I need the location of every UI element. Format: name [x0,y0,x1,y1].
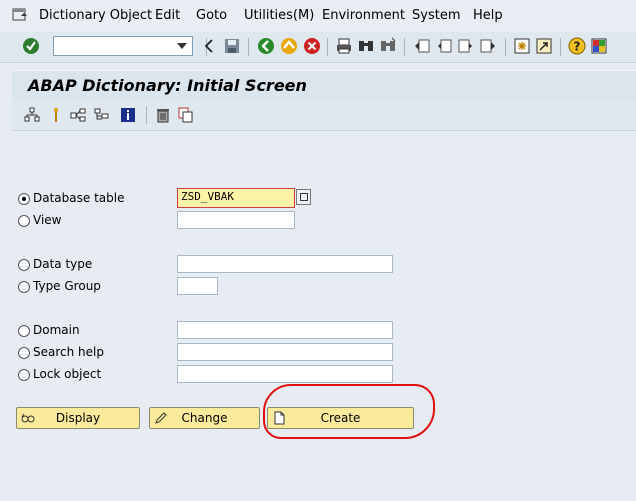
menu-help[interactable]: Help [473,8,503,23]
cancel-icon[interactable] [303,37,321,55]
menu-edit[interactable]: Edit [155,8,180,23]
find-icon[interactable] [357,37,375,55]
menu-goto[interactable]: Goto [196,8,227,23]
domain-radio[interactable] [18,325,30,337]
menu-system[interactable]: System [412,8,460,23]
search-help-label: Search help [33,345,104,359]
toolbar-separator [327,38,328,56]
find-next-icon[interactable] [379,37,397,55]
annotation-circle [263,384,435,439]
display-button-label: Display [55,411,101,425]
previous-page-icon[interactable] [435,37,453,55]
other-object-icon[interactable] [24,107,40,123]
application-toolbar [12,100,636,131]
database-table-field[interactable]: ZSD_VBAK [177,188,295,208]
database-table-label: Database table [33,191,125,205]
toolbar-separator [560,38,561,56]
create-session-icon[interactable] [513,37,531,55]
toolbar-separator [404,38,405,56]
type-group-radio[interactable] [18,281,30,293]
display-button[interactable]: Display [16,407,140,429]
menu-environment[interactable]: Environment [322,8,405,23]
search-help-field[interactable] [177,343,393,361]
toolbar-separator [505,38,506,56]
svg-text:?: ? [574,40,581,54]
view-radio[interactable] [18,215,30,227]
change-button[interactable]: Change [149,407,260,429]
command-field[interactable] [53,36,193,56]
left-margin [0,62,12,501]
menu-bar: Dictionary Object Edit Goto Utilities(M)… [0,0,636,32]
delete-icon[interactable] [155,107,171,123]
change-button-label: Change [181,411,228,425]
domain-field[interactable] [177,321,393,339]
back-icon[interactable] [257,37,275,55]
search-help-radio[interactable] [18,347,30,359]
print-icon[interactable] [335,37,353,55]
title-bar: ABAP Dictionary: Initial Screen [12,70,636,101]
data-type-field[interactable] [177,255,393,273]
type-group-label: Type Group [33,279,101,293]
page-title: ABAP Dictionary: Initial Screen [28,76,307,95]
shortcut-icon[interactable] [535,37,553,55]
activate-icon[interactable] [48,107,64,123]
save-icon[interactable] [223,37,241,55]
object-list-icon[interactable] [94,107,110,123]
domain-label: Domain [33,323,80,337]
system-menu-icon[interactable] [12,7,28,23]
data-type-radio[interactable] [18,259,30,271]
dropdown-arrow-icon[interactable] [177,43,187,49]
exit-icon[interactable] [280,37,298,55]
menu-dictionary-object[interactable]: Dictionary Object [39,8,152,23]
glasses-icon [21,413,35,423]
info-icon[interactable] [120,107,136,123]
data-type-label: Data type [33,257,93,271]
menu-utilities[interactable]: Utilities(M) [244,8,314,23]
view-field[interactable] [177,211,295,229]
where-used-icon[interactable] [70,107,86,123]
view-label: View [33,213,62,227]
lock-object-label: Lock object [33,367,102,381]
first-page-icon[interactable] [413,37,431,55]
help-icon[interactable]: ? [568,37,586,55]
toolbar-separator [248,38,249,56]
toolbar-separator [146,106,147,124]
lock-object-field[interactable] [177,365,393,383]
next-page-icon[interactable] [457,37,475,55]
lock-object-radio[interactable] [18,369,30,381]
database-table-radio[interactable] [18,193,30,205]
copy-icon[interactable] [178,107,194,123]
customize-layout-icon[interactable] [590,37,608,55]
possible-entries-button[interactable] [296,189,311,205]
collapse-icon[interactable] [201,37,219,55]
type-group-field[interactable] [177,277,218,295]
enter-icon[interactable] [22,37,40,55]
pencil-icon [155,412,167,424]
last-page-icon[interactable] [479,37,497,55]
